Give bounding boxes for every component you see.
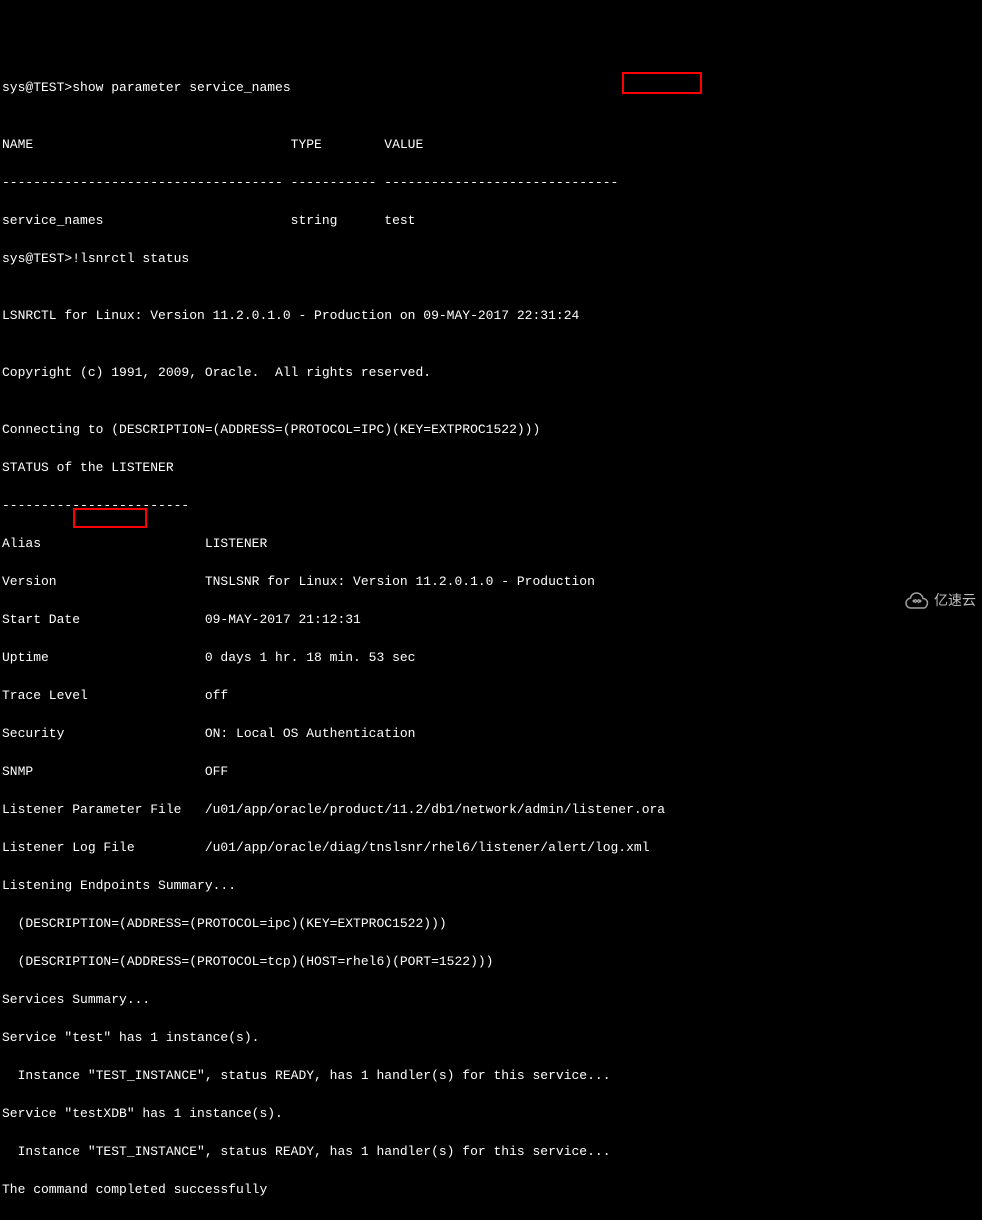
terminal-line-instance1: Instance "TEST_INSTANCE", status READY, … xyxy=(2,1066,980,1085)
terminal-line-service1: Service "test" has 1 instance(s). xyxy=(2,1028,980,1047)
terminal-line-status-hdr: STATUS of the LISTENER xyxy=(2,458,980,477)
terminal-line-endpoint1: (DESCRIPTION=(ADDRESS=(PROTOCOL=ipc)(KEY… xyxy=(2,914,980,933)
terminal-line-status-sep: ------------------------ xyxy=(2,496,980,515)
terminal-line-alias: Alias LISTENER xyxy=(2,534,980,553)
terminal-line-header: NAME TYPE VALUE xyxy=(2,135,980,154)
terminal-line-copyright: Copyright (c) 1991, 2009, Oracle. All ri… xyxy=(2,363,980,382)
terminal-line-prompt2: sys@TEST>!lsnrctl status xyxy=(2,249,980,268)
terminal-line-header-sep: ------------------------------------ ---… xyxy=(2,173,980,192)
terminal-line-security: Security ON: Local OS Authentication xyxy=(2,724,980,743)
terminal-line-version: Version TNSLSNR for Linux: Version 11.2.… xyxy=(2,572,980,591)
terminal-line-trace: Trace Level off xyxy=(2,686,980,705)
watermark: 亿速云 xyxy=(904,591,976,610)
terminal-line-service2: Service "testXDB" has 1 instance(s). xyxy=(2,1104,980,1123)
terminal-line-startdate: Start Date 09-MAY-2017 21:12:31 xyxy=(2,610,980,629)
terminal-line-endpoint2: (DESCRIPTION=(ADDRESS=(PROTOCOL=tcp)(HOS… xyxy=(2,952,980,971)
terminal-line-param-row: service_names string test xyxy=(2,211,980,230)
terminal-line-banner: LSNRCTL for Linux: Version 11.2.0.1.0 - … xyxy=(2,306,980,325)
terminal-line-uptime: Uptime 0 days 1 hr. 18 min. 53 sec xyxy=(2,648,980,667)
terminal-line-prompt1: sys@TEST>show parameter service_names xyxy=(2,78,980,97)
watermark-text: 亿速云 xyxy=(934,591,976,610)
terminal-line-completed: The command completed successfully xyxy=(2,1180,980,1199)
terminal-line-endpoints-hdr: Listening Endpoints Summary... xyxy=(2,876,980,895)
terminal-line-snmp: SNMP OFF xyxy=(2,762,980,781)
terminal-line-instance2: Instance "TEST_INSTANCE", status READY, … xyxy=(2,1142,980,1161)
terminal-line-services-hdr: Services Summary... xyxy=(2,990,980,1009)
cloud-icon xyxy=(904,592,930,610)
terminal-line-paramfile: Listener Parameter File /u01/app/oracle/… xyxy=(2,800,980,819)
terminal-line-logfile: Listener Log File /u01/app/oracle/diag/t… xyxy=(2,838,980,857)
terminal-line-connecting: Connecting to (DESCRIPTION=(ADDRESS=(PRO… xyxy=(2,420,980,439)
